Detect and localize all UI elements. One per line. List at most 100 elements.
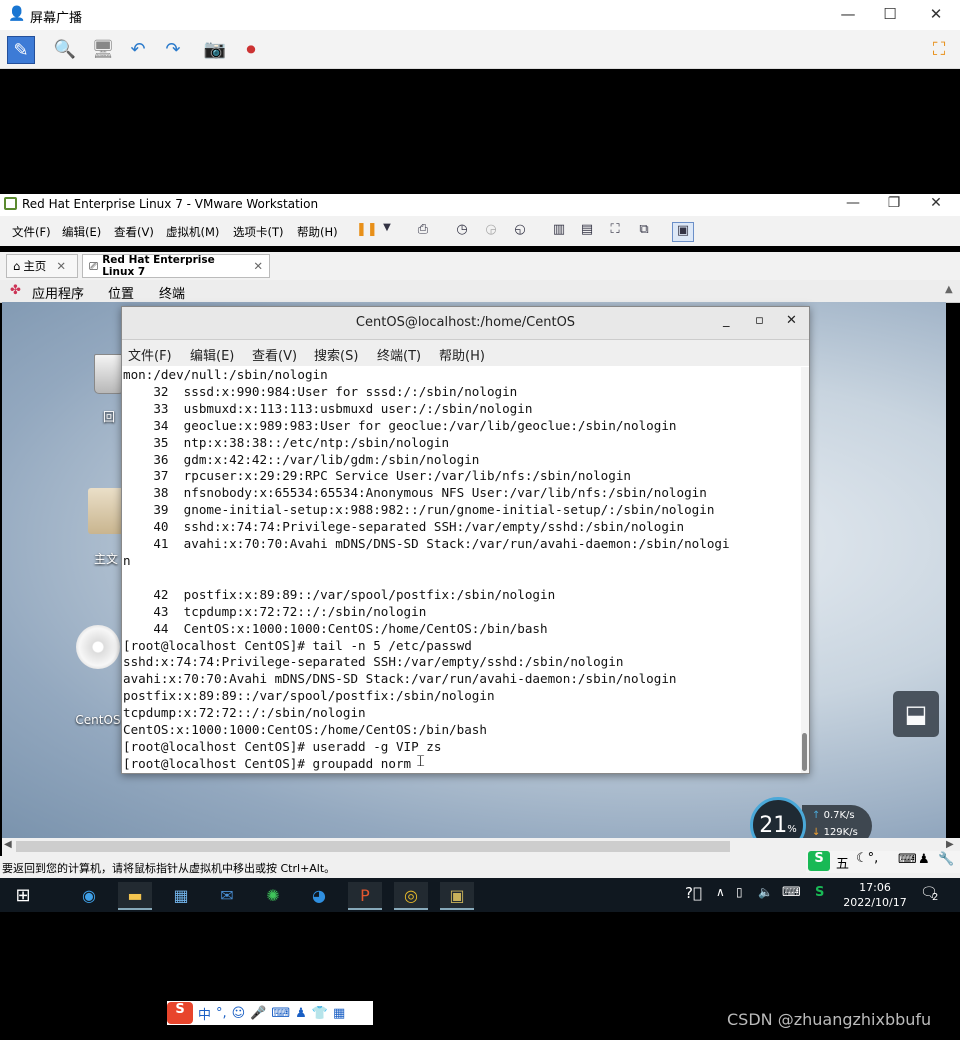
monitor-icon[interactable]: 🖥 — [90, 36, 116, 62]
sidebar-toggle-icon[interactable]: ▥ — [549, 222, 569, 240]
terminal-minimize-button[interactable]: _ — [723, 313, 730, 328]
camera-icon[interactable]: 📷 — [202, 36, 228, 62]
taskbar-clock[interactable]: 17:06 2022/10/17 — [835, 880, 915, 910]
fullscreen-vm-icon[interactable]: ⛶ — [605, 222, 625, 240]
redo-icon[interactable]: ↷ — [160, 36, 186, 62]
terminal-menu-file[interactable]: 文件(F) — [128, 345, 172, 364]
terminal-line: 34 geoclue:x:989:983:User for geoclue:/v… — [123, 417, 677, 433]
keyboard-icon[interactable]: ⌨ — [898, 852, 917, 867]
vm-menu-help[interactable]: 帮助(H) — [297, 224, 338, 240]
minimize-button[interactable]: — — [838, 5, 858, 23]
pause-icon[interactable]: ❚❚ — [356, 222, 378, 240]
horizontal-scroll-thumb[interactable] — [16, 841, 730, 852]
close-button[interactable]: ✕ — [926, 5, 946, 23]
pin-icon[interactable]: ✎ — [7, 36, 35, 64]
user-icon[interactable]: ♟ — [918, 852, 930, 867]
host-keyboard-icon[interactable]: ⌨ — [271, 1006, 290, 1021]
terminal-menu-view[interactable]: 查看(V) — [252, 345, 297, 364]
upload-speed-unit: K/s — [839, 810, 855, 821]
loading-icon[interactable]: ✺ — [256, 882, 290, 908]
emoji-icon[interactable]: ☺ — [232, 1006, 246, 1021]
vm-menu-file[interactable]: 文件(F) — [12, 224, 51, 240]
terminal-close-button[interactable]: ✕ — [786, 313, 797, 328]
desktop-icon-home[interactable]: 主文 — [86, 488, 126, 567]
host-ime-lang[interactable]: 中 — [198, 1004, 211, 1023]
powerpoint-icon[interactable]: P — [348, 882, 382, 910]
zoom-icon[interactable]: 🔍 — [52, 36, 78, 62]
unity-icon[interactable]: ⧉ — [634, 222, 654, 240]
console-view-icon[interactable]: ▣ — [672, 222, 694, 242]
vm-menu-edit[interactable]: 编辑(E) — [62, 224, 101, 240]
terminal-maximize-button[interactable]: ▫ — [755, 313, 764, 328]
grid-icon[interactable]: ▦ — [333, 1006, 345, 1021]
terminal-output[interactable]: mon:/dev/null:/sbin/nologin 32 sssd:x:99… — [123, 367, 801, 773]
vm-menu-vm[interactable]: 虚拟机(M) — [166, 224, 219, 240]
mail-icon[interactable]: ✉ — [210, 882, 244, 908]
store-icon[interactable]: ▦ — [164, 882, 198, 908]
record-icon[interactable]: ⏺ — [238, 36, 264, 62]
sogou-icon[interactable]: S — [808, 851, 830, 871]
desktop-icon-centos-label: CentOS — [75, 713, 121, 727]
vm-ime-mode[interactable]: 五 — [836, 853, 849, 872]
network-icon[interactable]: ▯ — [736, 885, 743, 899]
terminal-menu-help[interactable]: 帮助(H) — [439, 345, 485, 364]
usb-device-icon[interactable]: ⬓ — [893, 691, 939, 737]
maximize-button[interactable]: ☐ — [880, 5, 900, 23]
terminal-menu-terminal[interactable]: 终端(T) — [377, 345, 421, 364]
vm-menu-tabs[interactable]: 选项卡(T) — [233, 224, 284, 240]
scroll-right-icon[interactable]: ▶ — [946, 839, 954, 850]
snapshot-manager-icon[interactable]: ◵ — [510, 222, 530, 240]
terminal-scroll-thumb[interactable] — [802, 733, 807, 771]
thumbnail-bar-icon[interactable]: ▤ — [577, 222, 597, 240]
tray-keyboard-icon[interactable]: ⌨ — [782, 885, 801, 900]
help-icon[interactable]: ?⃝ — [685, 884, 702, 902]
tab-home-close-icon[interactable]: ✕ — [56, 259, 66, 273]
tab-rhel7-close-icon[interactable]: ✕ — [253, 259, 263, 273]
wrench-icon[interactable]: 🔧 — [938, 852, 954, 867]
scroll-left-icon[interactable]: ◀ — [4, 839, 12, 850]
desktop-icon-centos[interactable]: CentOS — [74, 625, 122, 727]
tab-rhel7[interactable]: ⎚ Red Hat Enterprise Linux 7 ✕ — [82, 254, 270, 278]
terminal-scrollbar[interactable] — [801, 367, 809, 773]
explorer-icon[interactable]: ▬ — [118, 882, 152, 910]
gnome-menu-terminal[interactable]: 终端 — [159, 283, 185, 302]
tab-home[interactable]: ⌂ 主页 ✕ — [6, 254, 78, 278]
vm-menu-view[interactable]: 查看(V) — [114, 224, 154, 240]
host-punct-icon[interactable]: °, — [216, 1006, 227, 1021]
tray-sogou-icon[interactable]: S — [815, 885, 824, 900]
vm-minimize-button[interactable]: — — [843, 195, 863, 211]
revert-snapshot-icon[interactable]: ◶ — [481, 222, 501, 240]
gnome-menu-applications[interactable]: 应用程序 — [32, 283, 84, 302]
vm-restore-button[interactable]: ❐ — [884, 195, 904, 211]
edge-icon[interactable]: ◉ — [72, 882, 106, 908]
volume-icon[interactable]: 🔈 — [758, 885, 773, 899]
terminal-menu-search[interactable]: 搜索(S) — [314, 345, 358, 364]
chrome-icon[interactable]: ◎ — [394, 882, 428, 910]
gnome-menu-places[interactable]: 位置 — [108, 283, 134, 302]
scroll-up-icon[interactable]: ▲ — [945, 284, 953, 295]
chevron-up-icon[interactable]: ∧ — [716, 885, 725, 899]
snapshot-icon[interactable]: ◷ — [452, 222, 472, 240]
terminal-menu-edit[interactable]: 编辑(E) — [190, 345, 234, 364]
send-keys-icon[interactable]: ⎙ — [413, 222, 433, 240]
microphone-icon[interactable]: 🎤 — [250, 1006, 266, 1021]
windows-start-icon[interactable]: ⊞ — [6, 882, 40, 908]
fullscreen-icon[interactable]: ⛶ — [926, 36, 952, 62]
undo-icon[interactable]: ↶ — [125, 36, 151, 62]
vm-close-button[interactable]: ✕ — [926, 195, 946, 211]
desktop-icon-trash[interactable]: 回 — [94, 354, 124, 425]
gnome-topbar: ✤ 应用程序 位置 终端 ▲ — [0, 280, 960, 303]
skin-icon[interactable]: 👕 — [312, 1006, 328, 1021]
vmware-taskbar-icon[interactable]: ▣ — [440, 882, 474, 910]
terminal-title: CentOS@localhost:/home/CentOS — [355, 315, 576, 330]
terminal-line: 33 usbmuxd:x:113:113:usbmuxd user:/:/sbi… — [123, 400, 533, 416]
qq-browser-icon[interactable]: ◕ — [302, 882, 336, 908]
chevron-down-icon[interactable]: ▼ — [377, 222, 397, 240]
vmware-tabbar: ⌂ 主页 ✕ ⎚ Red Hat Enterprise Linux 7 ✕ — [0, 252, 960, 280]
vmware-icon — [4, 197, 17, 210]
host-sogou-icon[interactable]: S — [167, 1002, 193, 1024]
terminal-line: avahi:x:70:70:Avahi mDNS/DNS-SD Stack:/v… — [123, 671, 677, 687]
host-user-icon[interactable]: ♟ — [295, 1006, 307, 1021]
terminal-line: 38 nfsnobody:x:65534:65534:Anonymous NFS… — [123, 485, 707, 501]
clock-time: 17:06 — [859, 881, 891, 894]
